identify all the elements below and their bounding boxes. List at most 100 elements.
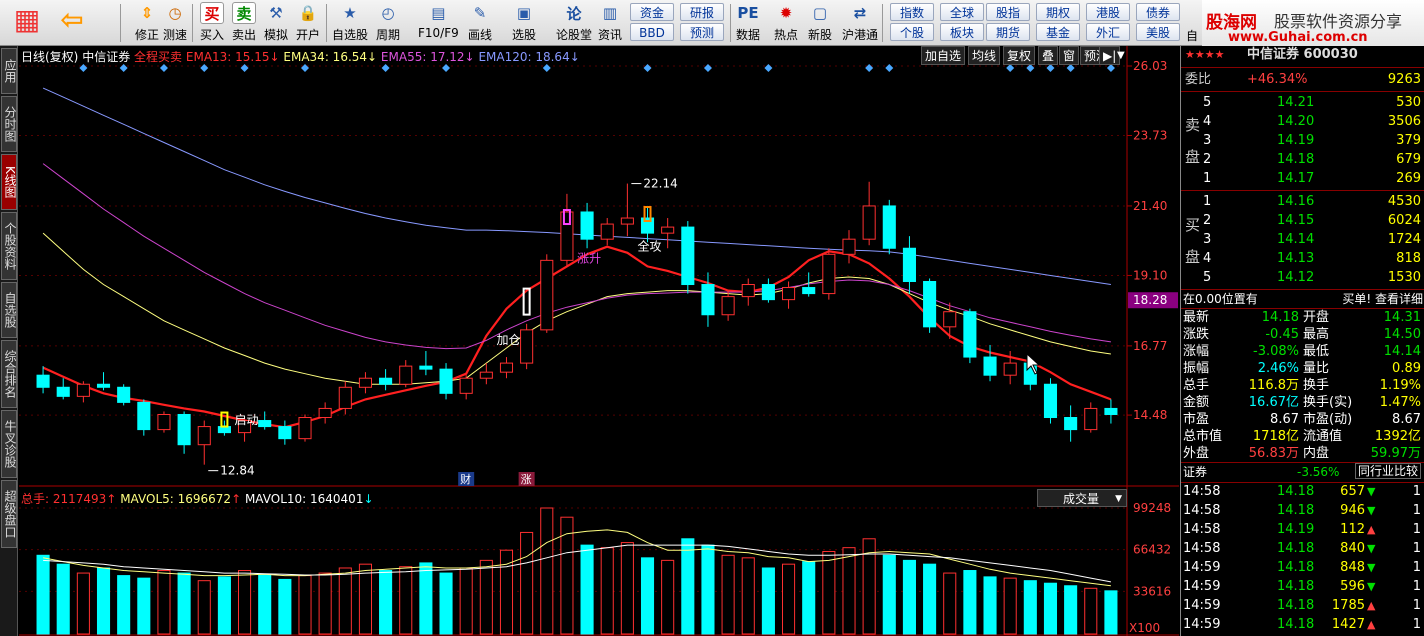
candle-body[interactable]	[882, 205, 896, 249]
event-marker-label[interactable]: 财	[460, 472, 471, 486]
left-tab-6[interactable]: 牛叉诊股	[1, 410, 17, 478]
candle-body[interactable]	[157, 413, 171, 431]
candle-body[interactable]	[56, 386, 70, 397]
toolbar-hk-connect-button[interactable]: ⇄ 沪港通	[842, 2, 878, 44]
candle-body[interactable]	[278, 426, 292, 440]
volume-bar[interactable]	[96, 567, 111, 635]
candle-body[interactable]	[520, 329, 534, 364]
toolbar-link-button[interactable]: BBD	[630, 23, 674, 41]
toolbar-f10-button[interactable]: ▤ F10/F9	[418, 2, 459, 44]
volume-bar[interactable]	[761, 567, 775, 635]
volume-bar[interactable]	[701, 544, 715, 635]
toolbar-link-button[interactable]: 基金	[1036, 23, 1080, 41]
volume-bar[interactable]	[520, 531, 534, 635]
volume-bar[interactable]	[56, 563, 70, 635]
chart-control-button[interactable]: 复权	[1003, 46, 1036, 65]
toolbar-sell-button[interactable]: 卖卖出	[232, 2, 256, 44]
volume-bar[interactable]	[338, 567, 352, 635]
toolbar-link-button[interactable]: 个股	[890, 23, 934, 41]
toolbar-link-button[interactable]: 债券	[1136, 3, 1180, 21]
toolbar-pen-button[interactable]: ✎ 画线	[468, 2, 492, 44]
candle-body[interactable]	[358, 377, 372, 388]
candle-body[interactable]	[137, 401, 151, 431]
candle-body[interactable]	[943, 311, 957, 328]
volume-bar[interactable]	[459, 567, 473, 635]
volume-bar[interactable]	[600, 547, 614, 635]
candle-body[interactable]	[902, 247, 916, 282]
candle-body[interactable]	[177, 413, 191, 446]
chart-control-button[interactable]: 加自选	[921, 46, 966, 65]
candle-body[interactable]	[782, 287, 796, 301]
volume-bar[interactable]	[1084, 587, 1098, 635]
volume-bar[interactable]	[278, 578, 292, 635]
left-tab-5[interactable]: 综合排名	[1, 340, 17, 408]
left-tab-0[interactable]: 应用	[1, 48, 17, 94]
toolbar-link-button[interactable]: 期权	[1036, 3, 1080, 21]
toolbar-lock-button[interactable]: 🔒 开户	[296, 2, 320, 44]
candle-body[interactable]	[258, 420, 272, 428]
toolbar-screen-button[interactable]: ▣ 选股	[512, 2, 536, 44]
candle-body[interactable]	[761, 284, 775, 301]
toolbar-refresh-button[interactable]: ⇕ 修正	[135, 2, 159, 44]
volume-bar[interactable]	[802, 561, 816, 635]
candle-body[interactable]	[580, 211, 594, 240]
candle-body[interactable]	[117, 386, 131, 403]
volume-bar[interactable]	[540, 507, 554, 635]
chart-control-button[interactable]: 窗	[1059, 46, 1080, 65]
toolbar-link-button[interactable]: 全球	[940, 3, 984, 21]
volume-bar[interactable]	[217, 576, 231, 635]
candle-body[interactable]	[76, 383, 90, 397]
left-tab-4[interactable]: 自选股	[1, 282, 17, 338]
candle-body[interactable]	[399, 365, 413, 385]
volume-bar[interactable]	[943, 572, 957, 635]
volume-bar[interactable]	[721, 554, 735, 635]
volume-bar[interactable]	[640, 557, 655, 635]
candle-body[interactable]	[540, 259, 554, 331]
legend-period[interactable]: 日线(复权)	[21, 50, 78, 64]
volume-bar[interactable]	[842, 547, 856, 635]
toolbar-link-button[interactable]: 外汇	[1086, 23, 1130, 41]
volume-bar[interactable]	[923, 563, 937, 635]
candle-body[interactable]	[1064, 417, 1078, 431]
toolbar-pe-button[interactable]: PE 数据	[736, 2, 760, 44]
volume-bar[interactable]	[902, 559, 916, 635]
kline-chart-svg[interactable]: 26.03 23.73 21.40 19.10 16.77 14.48 18.28 99248…	[19, 46, 1179, 636]
candle-body[interactable]	[1084, 407, 1098, 431]
toolbar-link-button[interactable]: 板块	[940, 23, 984, 41]
candle-body[interactable]	[1043, 383, 1058, 419]
toolbar-clock-button[interactable]: ◷ 测速	[163, 2, 187, 44]
candle-body[interactable]	[439, 368, 453, 394]
volume-bar[interactable]	[741, 557, 755, 635]
volume-bar[interactable]	[177, 572, 191, 635]
volume-bar[interactable]	[399, 566, 413, 635]
volume-bar[interactable]	[76, 572, 90, 635]
candle-body[interactable]	[499, 362, 514, 373]
toolbar-back-arrow-button[interactable]: ⇦	[55, 2, 89, 44]
volume-bar[interactable]	[620, 542, 634, 635]
volume-bar[interactable]	[560, 516, 574, 635]
candle-body[interactable]	[963, 311, 977, 358]
candle-body[interactable]	[197, 426, 211, 446]
toolbar-hammer-button[interactable]: ⚒ 模拟	[264, 2, 288, 44]
volume-bar[interactable]	[782, 563, 796, 635]
candle-body[interactable]	[741, 284, 755, 298]
left-tab-2[interactable]: K线图	[1, 154, 17, 210]
candle-body[interactable]	[983, 356, 997, 376]
volume-bar[interactable]	[419, 562, 433, 635]
volume-bar[interactable]	[580, 544, 594, 635]
volume-bar[interactable]	[1043, 582, 1058, 635]
volume-bar[interactable]	[822, 550, 836, 635]
volume-bar[interactable]	[681, 538, 695, 635]
candle-body[interactable]	[1104, 407, 1118, 415]
toolbar-star-folder-button[interactable]: ★ 自选股	[332, 2, 368, 44]
volume-bar[interactable]	[379, 570, 393, 635]
candle-body[interactable]	[379, 377, 393, 385]
event-marker-label[interactable]: 涨	[521, 473, 532, 486]
candle-body[interactable]	[459, 377, 473, 394]
toolbar-link-button[interactable]: 期货	[986, 23, 1030, 41]
volume-bar[interactable]	[117, 575, 131, 635]
candle-body[interactable]	[96, 383, 111, 388]
candle-body[interactable]	[600, 223, 614, 240]
left-tab-1[interactable]: 分时图	[1, 96, 17, 152]
chart-control-button[interactable]: 叠	[1038, 46, 1059, 65]
